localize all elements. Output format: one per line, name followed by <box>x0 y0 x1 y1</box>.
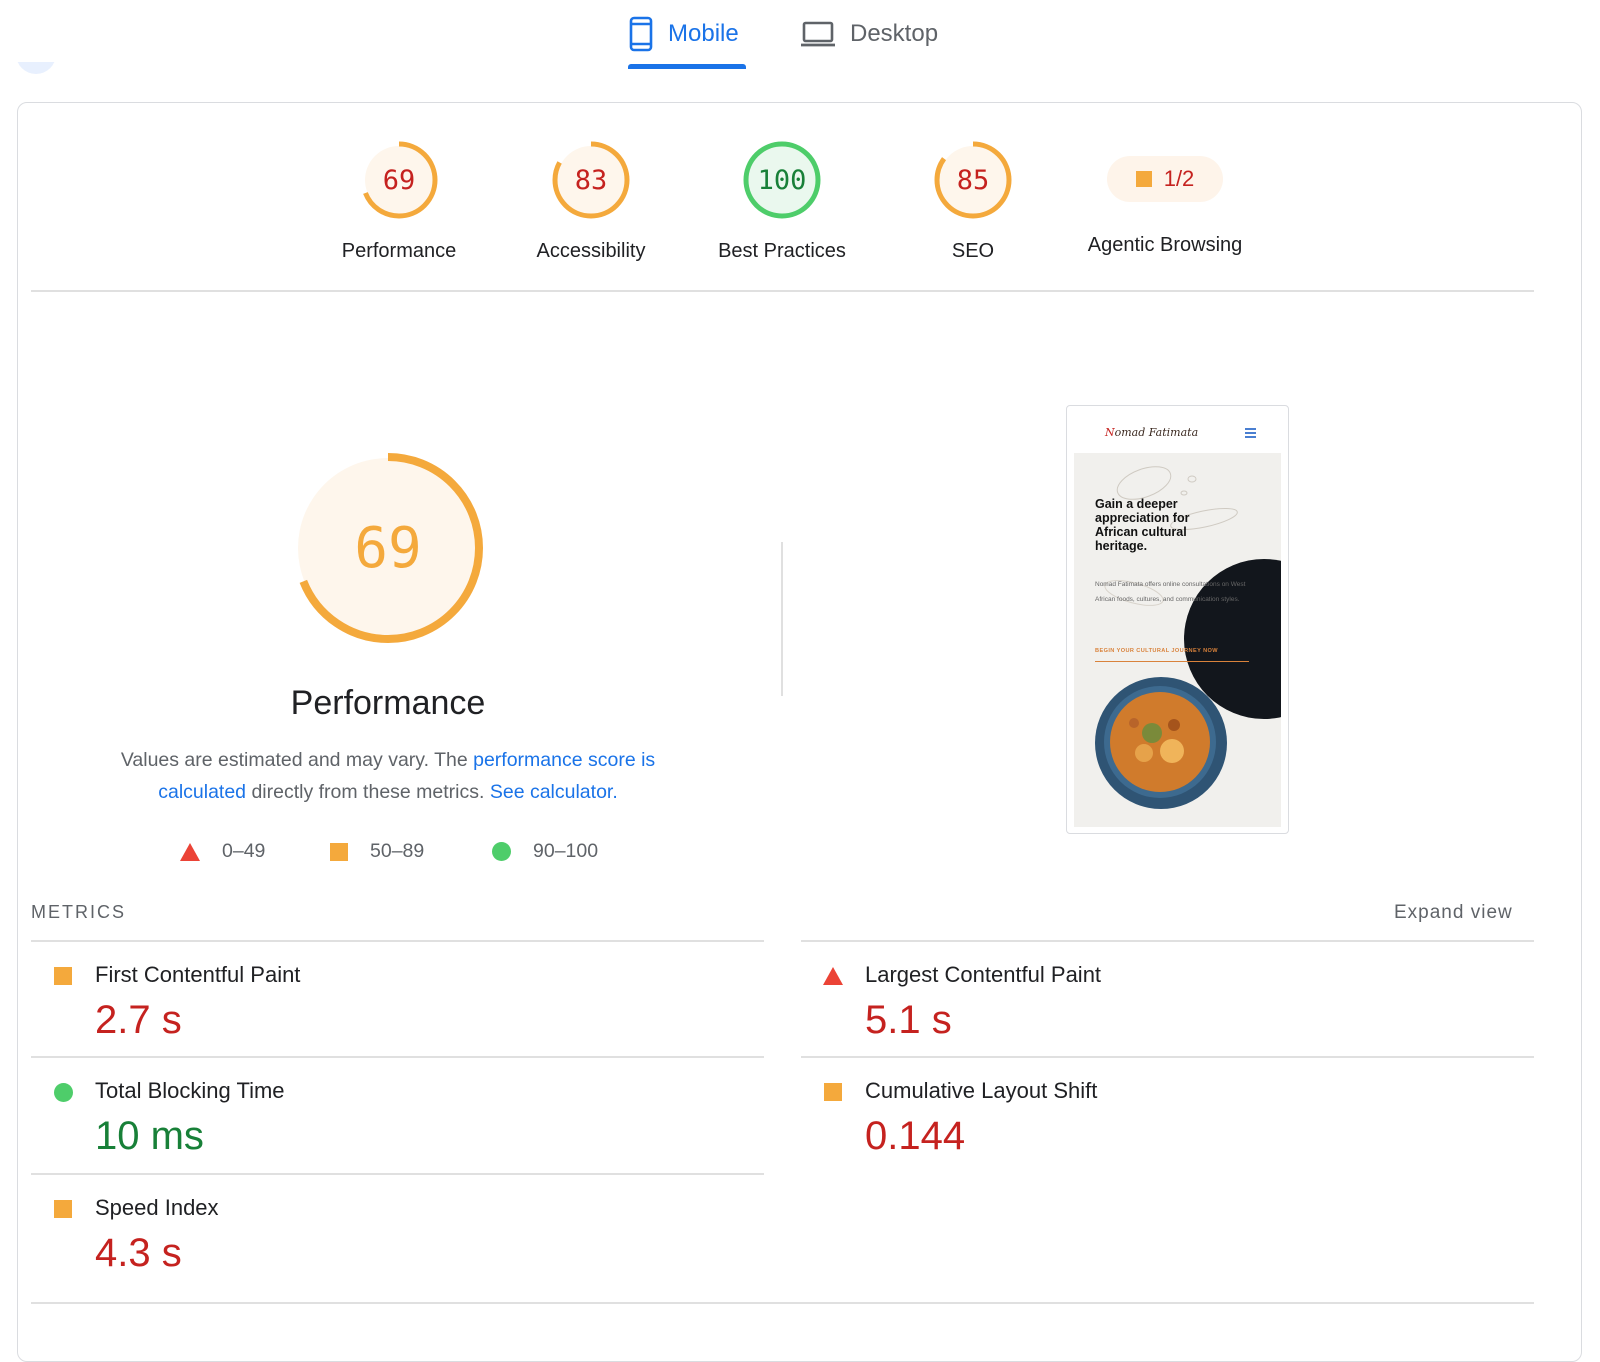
metric-value: 10 ms <box>95 1114 204 1158</box>
fail-triangle-icon <box>180 842 200 861</box>
agentic-score-pill: 1/2 <box>1107 156 1223 202</box>
accessibility-label: Accessibility <box>536 240 646 262</box>
legend-average: 50–89 <box>330 840 424 863</box>
hero-section: Gain a deeper appreciation for African c… <box>1074 453 1281 827</box>
performance-label: Performance <box>341 240 457 262</box>
site-logo: Nomad Fatimata <box>1105 426 1199 439</box>
page-screenshot-thumbnail[interactable]: Nomad Fatimata Gain a deeper appreciatio… <box>1066 405 1289 834</box>
metric-value: 5.1 s <box>865 998 952 1042</box>
summary-gauge-seo[interactable]: 85 SEO <box>878 140 1068 263</box>
accessibility-score: 83 <box>574 164 608 196</box>
hamburger-menu-icon <box>1245 428 1256 440</box>
expand-view-toggle[interactable]: Expand view <box>1394 902 1513 924</box>
tab-desktop-label: Desktop <box>850 20 939 47</box>
metric-value: 4.3 s <box>95 1231 182 1275</box>
phone-icon <box>628 16 654 52</box>
fail-triangle-icon <box>823 967 843 985</box>
best-practices-label: Best Practices <box>718 240 846 262</box>
pass-circle-icon <box>492 842 511 861</box>
metrics-divider <box>31 1302 1534 1304</box>
metrics-divider <box>31 940 764 942</box>
summary-agentic-browsing[interactable]: 1/2 Agentic Browsing <box>1070 140 1260 257</box>
summary-gauge-performance[interactable]: 69 Performance <box>304 140 494 263</box>
best-practices-score: 100 <box>757 164 807 196</box>
hero-cta: BEGIN YOUR CULTURAL JOURNEY NOW <box>1095 648 1218 654</box>
seo-label: SEO <box>951 240 995 262</box>
average-square-icon <box>54 967 72 985</box>
summary-divider <box>31 290 1534 292</box>
summary-gauge-accessibility[interactable]: 83 Accessibility <box>496 140 686 263</box>
average-square-icon <box>824 1083 842 1101</box>
metrics-divider <box>801 940 1534 942</box>
seo-score: 85 <box>956 164 990 196</box>
legend-fail: 0–49 <box>180 840 265 863</box>
partial-avatar <box>16 62 56 76</box>
legend-pass: 90–100 <box>492 840 598 863</box>
laptop-icon <box>800 20 836 48</box>
agentic-score: 1/2 <box>1163 166 1195 191</box>
see-calculator-link[interactable]: See calculator. <box>490 781 618 803</box>
performance-score: 69 <box>382 164 416 196</box>
performance-description: Values are estimated and may vary. The p… <box>120 749 656 803</box>
tab-mobile-label: Mobile <box>668 20 739 47</box>
active-tab-indicator <box>628 64 746 69</box>
metrics-divider <box>801 1056 1534 1058</box>
metric-value: 2.7 s <box>95 998 182 1042</box>
performance-title: Performance <box>290 684 486 722</box>
pass-circle-icon <box>53 1082 73 1102</box>
hero-cta-underline <box>1095 661 1249 662</box>
metrics-divider <box>31 1173 764 1175</box>
hero-body: Nomad Fatimata offers online consultatio… <box>1095 581 1246 603</box>
performance-score-large: 69 <box>354 515 422 581</box>
average-square-icon <box>54 1200 72 1218</box>
metrics-heading: METRICS <box>31 902 126 922</box>
average-square-icon <box>1135 171 1152 187</box>
agentic-label: Agentic Browsing <box>1087 234 1243 256</box>
vertical-divider <box>781 542 783 696</box>
tab-desktop[interactable]: Desktop <box>800 0 938 68</box>
metric-value: 0.144 <box>865 1114 966 1158</box>
performance-gauge-large: 69 <box>292 452 484 644</box>
average-square-icon <box>330 842 348 861</box>
tab-mobile[interactable]: Mobile <box>628 0 746 68</box>
metrics-divider <box>31 1056 764 1058</box>
hero-headline: Gain a deeper appreciation for African c… <box>1095 497 1190 553</box>
summary-gauge-best-practices[interactable]: 100 Best Practices <box>687 140 877 263</box>
